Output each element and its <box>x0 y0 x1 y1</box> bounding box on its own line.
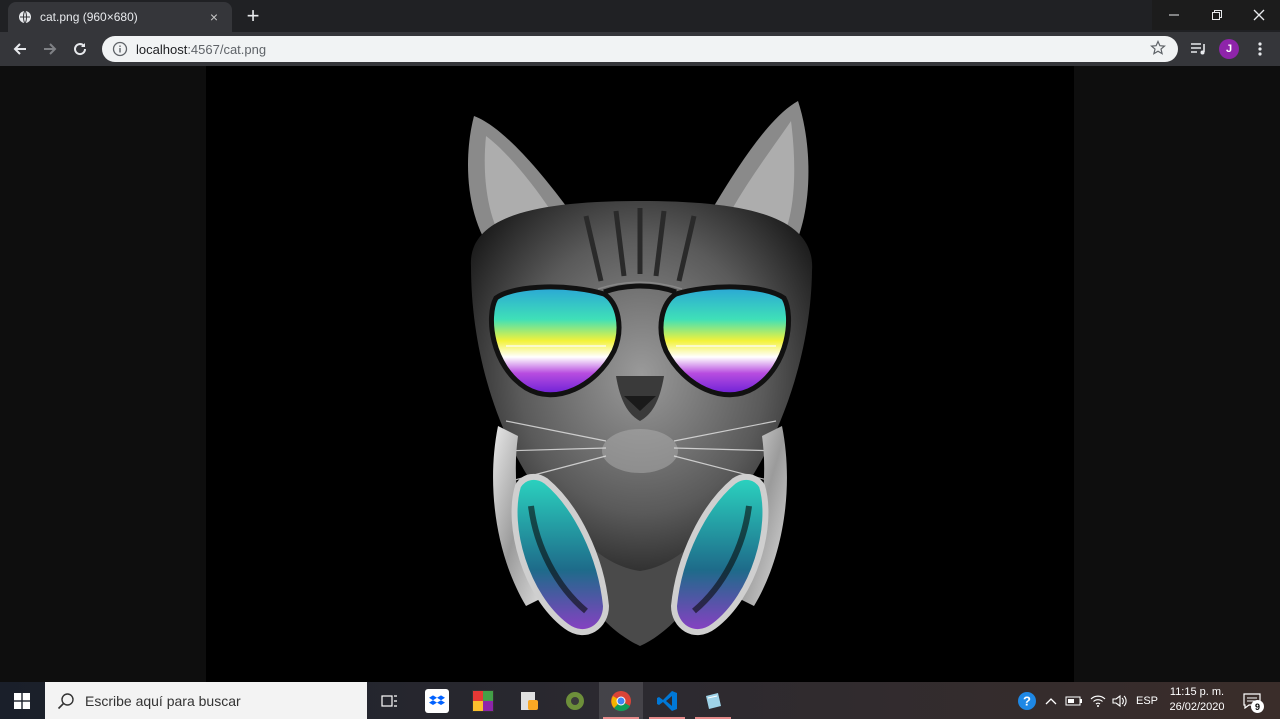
photos-app-icon[interactable] <box>461 682 505 719</box>
svg-text:?: ? <box>1023 693 1031 708</box>
taskbar-search-box[interactable]: Escribe aquí para buscar <box>45 682 367 719</box>
browser-toolbar: localhost:4567/cat.png J <box>0 32 1280 66</box>
url-text: localhost:4567/cat.png <box>136 42 1150 57</box>
restore-button[interactable] <box>1195 0 1239 30</box>
language-indicator[interactable]: ESP <box>1134 682 1160 719</box>
windows-start-button[interactable] <box>0 682 44 719</box>
notebook-app-icon[interactable] <box>691 682 735 719</box>
battery-icon[interactable] <box>1064 682 1084 719</box>
tab-title: cat.png (960×680) <box>40 10 138 24</box>
chrome-taskbar-icon[interactable] <box>599 682 643 719</box>
close-window-button[interactable] <box>1237 0 1280 30</box>
help-icon[interactable]: ? <box>1014 682 1040 719</box>
menu-icon[interactable] <box>1248 37 1272 61</box>
dropbox-icon[interactable] <box>415 682 459 719</box>
new-tab-button[interactable]: + <box>240 3 266 28</box>
taskbar-clock[interactable]: 11:15 p. m. 26/02/2020 <box>1162 685 1232 715</box>
profile-avatar[interactable]: J <box>1217 37 1241 61</box>
bookmark-star-icon[interactable] <box>1150 40 1168 58</box>
forward-button[interactable] <box>38 37 62 61</box>
minimize-button[interactable] <box>1152 0 1196 30</box>
back-button[interactable] <box>8 37 32 61</box>
volume-icon[interactable] <box>1110 682 1130 719</box>
cat-image <box>206 66 1074 682</box>
vscode-icon[interactable] <box>645 682 689 719</box>
search-placeholder: Escribe aquí para buscar <box>85 692 241 709</box>
taskbar: Escribe aquí para buscar ? ESP 11:15 p. … <box>0 682 1280 719</box>
windows-icon <box>14 692 30 709</box>
info-icon[interactable] <box>112 41 128 57</box>
avatar-initial: J <box>1219 39 1239 59</box>
chevron-up-icon[interactable] <box>1042 682 1060 719</box>
tab-strip: cat.png (960×680) × + <box>0 0 1280 32</box>
media-control-icon[interactable] <box>1187 37 1211 61</box>
task-view-icon[interactable] <box>368 682 412 719</box>
app-icon-circle[interactable] <box>553 682 597 719</box>
url-host: localhost <box>136 41 188 57</box>
wifi-icon[interactable] <box>1088 682 1108 719</box>
reload-button[interactable] <box>68 37 92 61</box>
url-path: :4567/cat.png <box>187 41 267 57</box>
page-viewport <box>0 66 1280 682</box>
search-icon <box>57 692 75 710</box>
tab-cat-png[interactable]: cat.png (960×680) × <box>8 2 232 32</box>
close-tab-icon[interactable]: × <box>206 9 222 25</box>
file-explorer-icon[interactable] <box>507 682 551 719</box>
address-bar[interactable]: localhost:4567/cat.png <box>102 36 1178 62</box>
notification-count-badge: 9 <box>1251 700 1264 713</box>
clock-time: 11:15 p. m. <box>1169 686 1225 698</box>
clock-date: 26/02/2020 <box>1169 701 1225 713</box>
action-center-button[interactable]: 9 <box>1238 688 1266 714</box>
globe-icon <box>18 10 32 24</box>
